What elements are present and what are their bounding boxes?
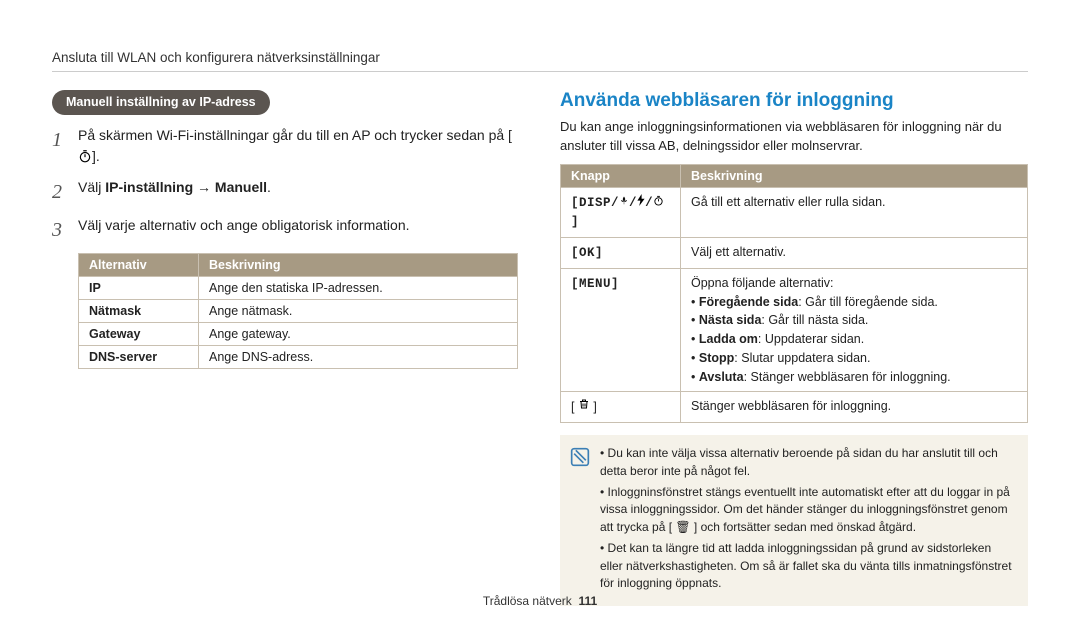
- document-page: Ansluta till WLAN och konfigurera nätver…: [0, 0, 1080, 606]
- step-item: 1 På skärmen Wi-Fi-inställningar går du …: [52, 125, 520, 169]
- text-fragment: : Uppdaterar sidan.: [758, 332, 864, 346]
- bracket: [: [571, 400, 578, 414]
- step-list: 1 På skärmen Wi-Fi-inställningar går du …: [52, 125, 520, 245]
- cell-key: [ ]: [561, 392, 681, 423]
- footer-section: Trådlösa nätverk: [483, 594, 572, 608]
- text-fragment: : Går till föregående sida.: [798, 295, 938, 309]
- table-row: DNS-serverAnge DNS-adress.: [79, 346, 518, 369]
- cell-desc: Stänger webbläsaren för inloggning.: [681, 392, 1028, 423]
- table-row: [ ] Stänger webbläsaren för inloggning.: [561, 392, 1028, 423]
- list-item: Stopp: Slutar uppdatera sidan.: [691, 349, 1017, 368]
- list-item: Nästa sida: Går till nästa sida.: [691, 311, 1017, 330]
- text-fragment: : Slutar uppdatera sidan.: [734, 351, 870, 365]
- disp-button-label: [DISP///]: [571, 196, 664, 230]
- right-column: Använda webbläsaren för inloggning Du ka…: [560, 90, 1028, 606]
- list-item: Ladda om: Uppdaterar sidan.: [691, 330, 1017, 349]
- table-header: Beskrivning: [681, 164, 1028, 187]
- bracket: ]: [590, 400, 597, 414]
- ok-button-label: [OK]: [571, 246, 603, 260]
- list-item: Du kan inte välja vissa alternativ beroe…: [600, 445, 1014, 480]
- table-row: [OK] Välj ett alternativ.: [561, 238, 1028, 269]
- bold-text: Manuell: [215, 179, 267, 195]
- bullet-list: Föregående sida: Går till föregående sid…: [691, 293, 1017, 387]
- cell-key: [OK]: [561, 238, 681, 269]
- cell-desc: Ange gateway.: [199, 323, 518, 346]
- table-row: [DISP///] Gå till ett alternativ eller r…: [561, 187, 1028, 238]
- flash-icon: [637, 194, 645, 206]
- button-table: Knapp Beskrivning [DISP///] Gå till ett …: [560, 164, 1028, 424]
- step-number: 2: [52, 177, 68, 207]
- text-fragment: : Stänger webbläsaren för inloggning.: [744, 370, 951, 384]
- step-text: Välj IP-inställning → Manuell.: [78, 177, 520, 207]
- desc-intro: Öppna följande alternativ:: [691, 274, 1017, 293]
- step-item: 3 Välj varje alternativ och ange obligat…: [52, 215, 520, 245]
- note-icon: [570, 447, 590, 467]
- cell-key: [DISP///]: [561, 187, 681, 238]
- cell-desc: Öppna följande alternativ: Föregående si…: [681, 268, 1028, 392]
- list-item: Avsluta: Stänger webbläsaren för inloggn…: [691, 368, 1017, 387]
- cell-key: [MENU]: [561, 268, 681, 392]
- text-fragment: ].: [92, 148, 100, 164]
- section-intro: Du kan ange inloggningsinformationen via…: [560, 118, 1028, 156]
- section-title: Använda webbläsaren för inloggning: [560, 90, 1028, 112]
- step-item: 2 Välj IP-inställning → Manuell.: [52, 177, 520, 207]
- cell-key: Nätmask: [79, 300, 199, 323]
- table-header: Knapp: [561, 164, 681, 187]
- cell-desc: Ange DNS-adress.: [199, 346, 518, 369]
- table-row: [MENU] Öppna följande alternativ: Föregå…: [561, 268, 1028, 392]
- arrow-icon: →: [193, 179, 215, 195]
- bold-text: Stopp: [699, 351, 734, 365]
- cell-desc: Ange den statiska IP-adressen.: [199, 277, 518, 300]
- note-box: Du kan inte välja vissa alternativ beroe…: [560, 435, 1028, 606]
- table-header: Beskrivning: [199, 254, 518, 277]
- text-fragment: På skärmen Wi-Fi-inställningar går du ti…: [78, 127, 512, 143]
- text-fragment: .: [267, 179, 271, 195]
- bold-text: Avsluta: [699, 370, 744, 384]
- left-column: Manuell inställning av IP-adress 1 På sk…: [52, 90, 520, 606]
- options-table: Alternativ Beskrivning IPAnge den statis…: [78, 253, 518, 369]
- trash-icon: [578, 400, 590, 414]
- list-item: Inloggninsfönstret stängs eventuellt int…: [600, 484, 1014, 536]
- text-fragment: : Går till nästa sida.: [761, 313, 868, 327]
- step-number: 1: [52, 125, 68, 169]
- table-row: GatewayAnge gateway.: [79, 323, 518, 346]
- step-number: 3: [52, 215, 68, 245]
- table-header: Alternativ: [79, 254, 199, 277]
- cell-key: IP: [79, 277, 199, 300]
- page-footer: Trådlösa nätverk 111: [0, 594, 1080, 608]
- bold-text: IP-inställning: [105, 179, 193, 195]
- step-text: Välj varje alternativ och ange obligator…: [78, 215, 520, 245]
- table-row: NätmaskAnge nätmask.: [79, 300, 518, 323]
- text-fragment: Välj: [78, 179, 105, 195]
- note-list: Du kan inte välja vissa alternativ beroe…: [600, 445, 1014, 596]
- section-pill: Manuell inställning av IP-adress: [52, 90, 270, 115]
- cell-key: Gateway: [79, 323, 199, 346]
- page-number: 111: [578, 594, 597, 608]
- macro-icon: [619, 196, 629, 206]
- two-column-layout: Manuell inställning av IP-adress 1 På sk…: [52, 90, 1028, 606]
- cell-key: DNS-server: [79, 346, 199, 369]
- list-item: Det kan ta längre tid att ladda inloggni…: [600, 540, 1014, 592]
- menu-button-label: [MENU]: [571, 277, 619, 291]
- breadcrumb: Ansluta till WLAN och konfigurera nätver…: [52, 50, 1028, 72]
- cell-desc: Gå till ett alternativ eller rulla sidan…: [681, 187, 1028, 238]
- table-row: IPAnge den statiska IP-adressen.: [79, 277, 518, 300]
- bold-text: Föregående sida: [699, 295, 798, 309]
- step-text: På skärmen Wi-Fi-inställningar går du ti…: [78, 125, 520, 169]
- list-item: Föregående sida: Går till föregående sid…: [691, 293, 1017, 312]
- timer-icon: [653, 195, 664, 206]
- cell-desc: Välj ett alternativ.: [681, 238, 1028, 269]
- timer-icon: [78, 148, 92, 169]
- bold-text: Nästa sida: [699, 313, 762, 327]
- bold-text: Ladda om: [699, 332, 758, 346]
- cell-desc: Ange nätmask.: [199, 300, 518, 323]
